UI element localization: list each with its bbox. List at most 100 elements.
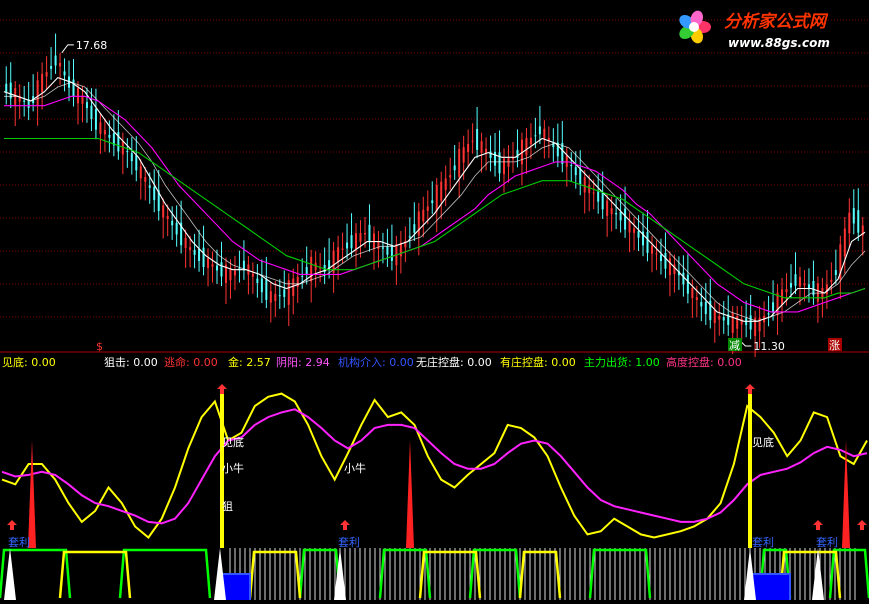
candle-body [471,140,474,142]
candle-body [363,232,366,235]
logo-center [689,22,699,32]
candle-body [691,287,694,299]
candle-body [668,258,671,276]
candle-body [139,166,142,179]
price-grid [0,19,869,318]
candle-body [260,278,263,293]
high-pointer [61,44,74,54]
candle-body [628,220,631,233]
candle-body [543,128,546,139]
candle-body [462,147,465,163]
candle-body [624,208,627,230]
candle-body [220,262,223,277]
candle-body [377,241,380,250]
candle-body [646,232,649,253]
candle-body [368,224,371,243]
candle-body [386,246,389,255]
candle-body [45,72,48,77]
candle-body [256,278,259,284]
yellow-spike [748,392,752,548]
candle-body [655,253,658,255]
candle-body [610,208,613,215]
candle-body [50,66,53,69]
candle-body [682,272,685,285]
candle-body [41,73,44,93]
candle-body [54,55,57,66]
candle-body [301,275,304,277]
candle-body [476,128,479,150]
candle-body [274,294,277,302]
rise-marker: 涨 [829,339,840,352]
annotation: 套利 [816,536,838,549]
candle-body [229,269,232,281]
candle-body [601,191,604,210]
candle-body [94,109,97,130]
candle-body [772,302,775,313]
yellow-line [1,392,868,539]
candle-body [310,256,313,282]
annotation: 见底 [222,435,244,449]
up-arrow [745,384,755,394]
candle-body [480,141,483,153]
candle-body [525,137,528,156]
candle-body [664,252,667,269]
candle-body [718,315,721,320]
candle-body [565,155,568,167]
candle-body [99,122,102,135]
candle-body [852,208,855,224]
candle-body [695,297,698,301]
annotation: 套利 [8,536,30,549]
ma10-line [4,81,866,322]
up-arrow [857,520,867,530]
candle-body [767,313,770,315]
candle-body [588,184,591,193]
candle-body [247,264,250,275]
candle-body [189,247,192,251]
candle-body [848,212,851,234]
candle-body [207,258,210,268]
candle-body [857,210,860,233]
candle-body [341,248,344,250]
candle-body [749,315,752,330]
candle-body [144,177,147,182]
candle-body [305,266,308,275]
candle-body [269,291,272,303]
candle-body [529,137,532,145]
legend-item: 狙击: 0.00 [104,356,158,369]
white-triangle [4,548,16,600]
candle-body [467,144,470,153]
ma5-line [3,76,866,322]
candle-body [90,105,93,119]
candle-body [637,231,640,238]
candle-body [489,151,492,159]
candle-body [494,151,497,166]
legend-item: 逃命: 0.00 [164,355,218,369]
blue-block [749,573,791,600]
candle-body [23,100,26,102]
candle-body [283,289,286,297]
candle-body [193,249,196,255]
candle-body [390,245,393,261]
candle-body [198,248,201,261]
red-spike [28,440,36,548]
annotation: 小牛 [222,461,244,475]
candle-body [570,165,573,167]
candle-body [722,317,725,321]
candle-body [296,276,299,287]
candle-body [834,270,837,275]
candle-body [162,205,165,218]
candle-body [659,254,662,262]
candle-body [615,212,618,215]
candle-body [417,211,420,236]
candle-body [534,135,537,137]
candle-body [426,206,429,211]
legend-item: 机构介入: 0.00 [338,355,414,369]
candle-body [449,175,452,178]
candle-body [830,279,833,283]
annotation: 小牛 [344,461,366,475]
logo: 分析家公式网 www.88gs.com [679,10,830,50]
up-arrow [7,520,17,530]
candle-body [790,283,793,288]
red-spike [842,440,850,548]
candle-body [498,152,501,174]
